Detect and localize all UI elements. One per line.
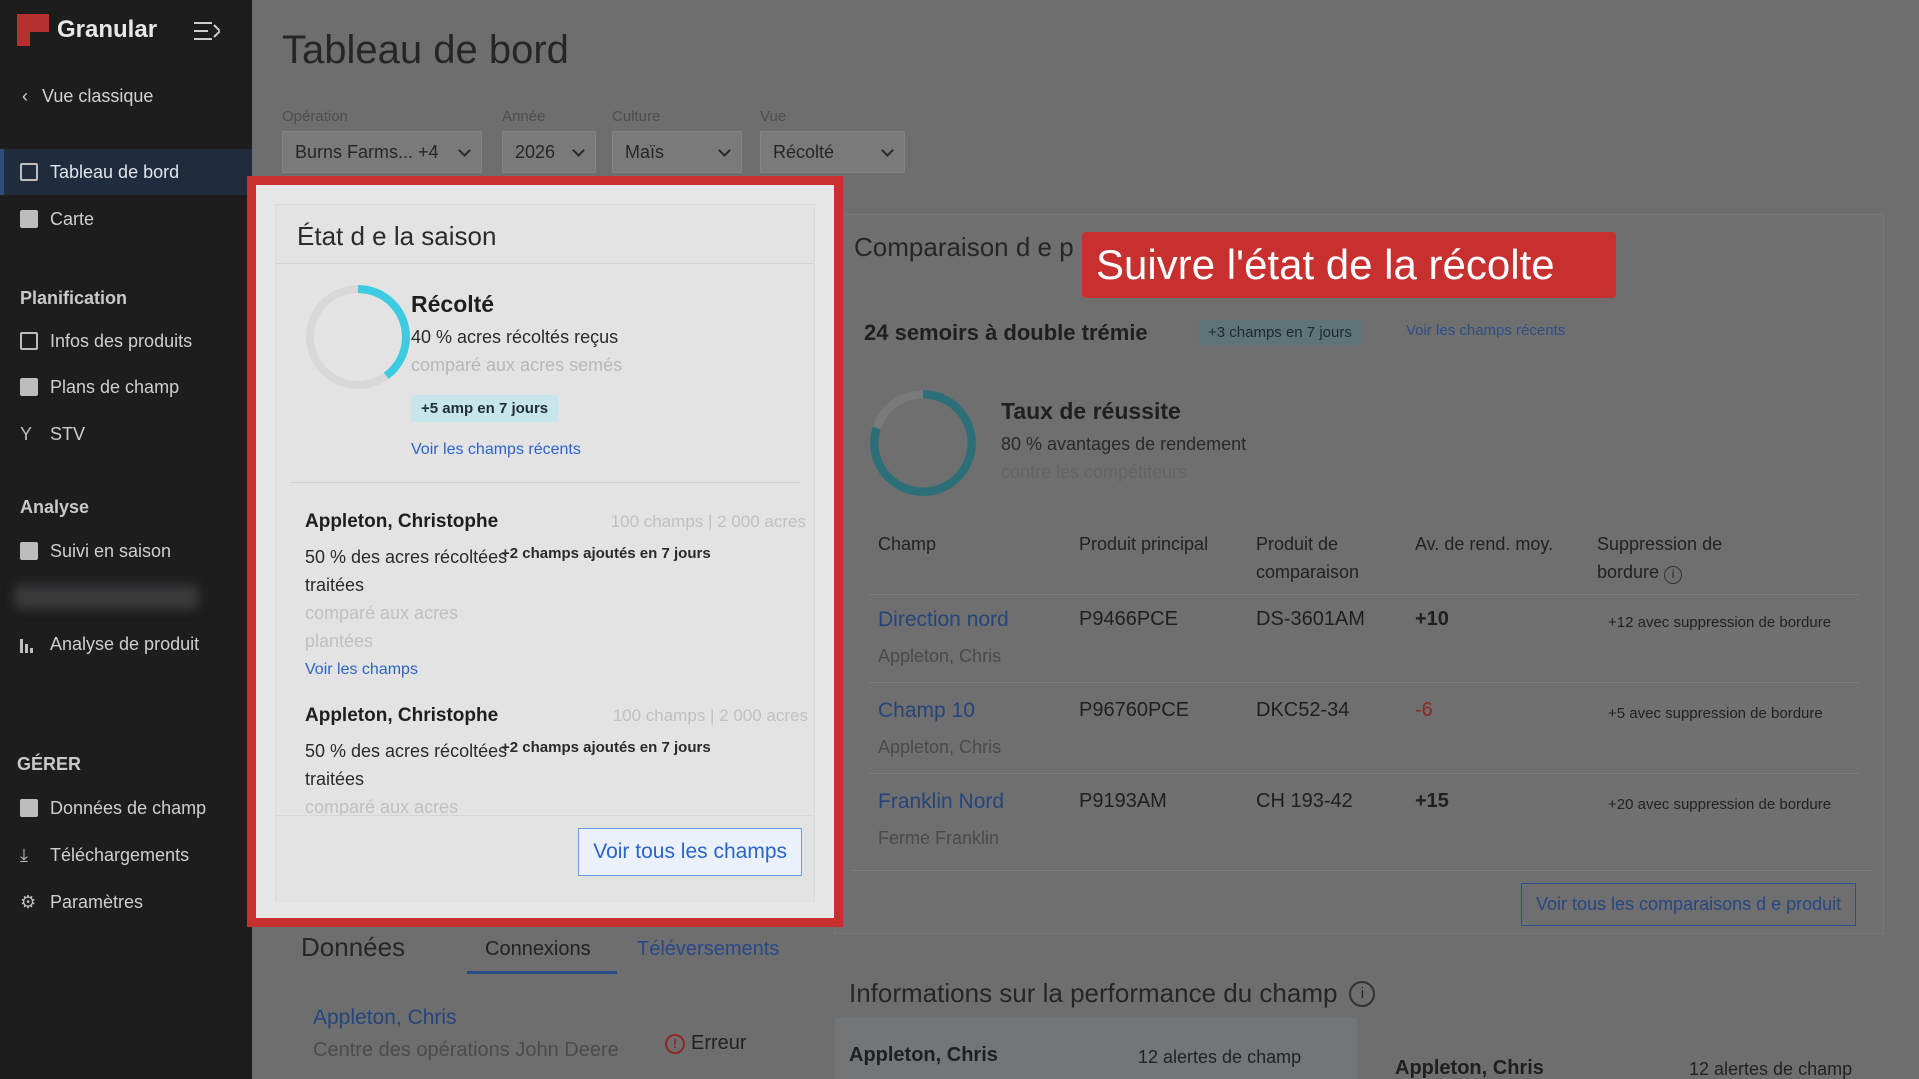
app-name: Granular — [57, 16, 158, 43]
comparison-title: Comparaison d e p — [854, 232, 1074, 262]
download-icon: ⤓ — [20, 844, 28, 865]
dashboard-icon — [20, 163, 38, 181]
comparison-subtitle: 24 semoirs à double trémie — [864, 320, 1148, 345]
col-border-removal: Suppression de bordure i — [1597, 534, 1723, 584]
field-plan-icon — [20, 378, 38, 396]
nav-dashboard[interactable]: Tableau de bord — [0, 149, 252, 195]
active-tab-indicator — [467, 971, 617, 974]
section-manage: GÉRER — [17, 754, 82, 774]
gear-icon: ⚙ — [20, 891, 37, 912]
grower-item[interactable]: Appleton, Christophe 100 champs | 2 000 … — [276, 205, 816, 815]
filter-view[interactable]: Vue Récolté — [760, 108, 905, 173]
seedling-icon: Y — [20, 423, 33, 444]
tracking-icon — [20, 542, 38, 560]
granular-logo-icon — [17, 14, 49, 46]
brand[interactable]: Granular — [17, 14, 157, 46]
col-main-product: Produit principal — [1079, 534, 1209, 554]
performance-title: Informations sur la performance du champ… — [849, 978, 1376, 1009]
all-comparisons-button[interactable]: Voir tous les comparaisons d e produit — [1521, 883, 1857, 926]
filter-crop[interactable]: Culture Maïs — [612, 108, 742, 173]
success-rate-title: Taux de réussite — [1001, 398, 1181, 424]
page-title: Tableau de bord — [282, 28, 569, 72]
nav-product-info[interactable]: Infos des produits — [0, 318, 252, 364]
operation-select[interactable]: Burns Farms... +4 — [282, 131, 482, 173]
crop-select[interactable]: Maïs — [612, 131, 742, 173]
chevron-down-icon — [881, 143, 894, 157]
success-rate-ring — [870, 390, 976, 496]
callout-banner: Suivre l'état de la récolte — [1082, 232, 1616, 298]
nav-in-season[interactable]: Suivi en saison — [0, 528, 252, 574]
section-planning: Planification — [20, 288, 128, 308]
nav-map[interactable]: Carte — [0, 196, 252, 242]
tab-uploads[interactable]: Téléversements — [637, 938, 779, 961]
view-all-fields-button[interactable]: Voir tous les champs — [578, 828, 802, 876]
filter-year[interactable]: Année 2026 — [502, 108, 596, 173]
data-section-title: Données — [301, 932, 406, 962]
bar-chart-icon — [20, 635, 38, 653]
nav-field-data[interactable]: Données de champ — [0, 785, 252, 831]
row-divider — [870, 682, 1858, 683]
info-icon[interactable]: i — [1664, 566, 1683, 584]
blurred-nav-item — [14, 585, 199, 609]
sidebar: Granular ‹ Vue classique Tableau de bord… — [0, 0, 252, 1079]
chevron-down-icon — [458, 143, 471, 157]
chevron-down-icon — [718, 143, 731, 157]
back-to-classic-link[interactable]: ‹ Vue classique — [22, 86, 153, 107]
connection-status: ! Erreur — [665, 1032, 747, 1055]
col-compare-product: Produit de comparaison — [1256, 534, 1360, 582]
section-analysis: Analyse — [20, 497, 90, 517]
col-field: Champ — [878, 534, 937, 554]
nav-product-analysis[interactable]: Analyse de produit — [0, 621, 252, 667]
field-data-icon — [20, 799, 38, 817]
chevron-down-icon — [572, 143, 585, 157]
map-icon — [20, 210, 38, 228]
view-select[interactable]: Récolté — [760, 131, 905, 173]
filter-operation[interactable]: Opération Burns Farms... +4 — [282, 108, 482, 173]
table-header-divider — [870, 594, 1858, 595]
col-avg-advantage: Av. de rend. moy. — [1415, 534, 1554, 554]
clipboard-icon — [20, 332, 38, 350]
success-rate-line1: 80 % avantages de rendement — [1001, 434, 1247, 454]
connection-name[interactable]: Appleton, Chris — [313, 1006, 457, 1030]
nav-settings[interactable]: ⚙ Paramètres — [0, 879, 252, 925]
info-icon[interactable]: i — [1349, 980, 1376, 1007]
season-card-footer: Voir tous les champs — [276, 815, 814, 903]
row-divider — [870, 773, 1858, 774]
chevron-left-icon: ‹ — [22, 86, 28, 106]
nav-downloads[interactable]: ⤓ Téléchargements — [0, 832, 252, 878]
nav-stv[interactable]: Y STV — [0, 411, 252, 457]
card-divider — [852, 870, 1872, 871]
connection-sub: Centre des opérations John Deere — [313, 1039, 619, 1061]
comparison-chip: +3 champs en 7 jours — [1198, 320, 1362, 345]
tab-connections[interactable]: Connexions — [485, 938, 591, 961]
year-select[interactable]: 2026 — [502, 131, 596, 173]
success-rate-line2: contre les compétiteurs — [1001, 462, 1188, 482]
season-status-card: État d e la saison Récolté 40 % acres ré… — [275, 204, 816, 903]
comparison-recent-link[interactable]: Voir les champs récents — [1406, 322, 1565, 339]
nav-field-plans[interactable]: Plans de champ — [0, 364, 252, 410]
error-icon: ! — [665, 1033, 685, 1054]
season-status-highlight: État d e la saison Récolté 40 % acres ré… — [247, 176, 843, 927]
performance-card-2[interactable]: Appleton, Chris — [1395, 1057, 1544, 1079]
collapse-menu-icon[interactable] — [194, 20, 222, 42]
